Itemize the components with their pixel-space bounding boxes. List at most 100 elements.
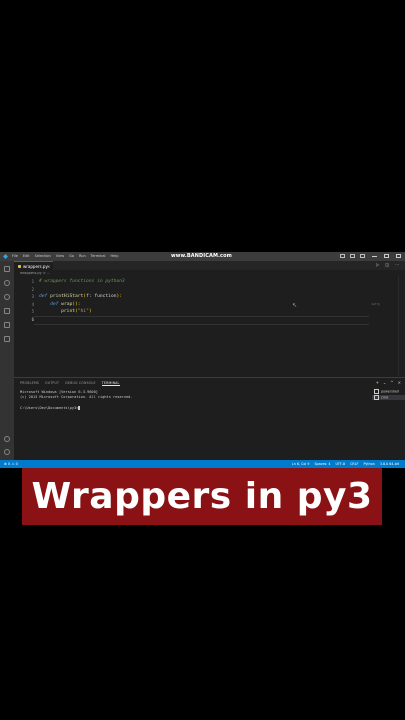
language-status[interactable]: Python: [363, 462, 374, 466]
interpreter-status[interactable]: 3.8.0 64-bit: [380, 462, 399, 466]
extensions-icon[interactable]: [4, 322, 10, 328]
minimap-preview: def f(): [371, 302, 381, 306]
terminal-prompt-line: C:\Users\Dev\Documents\py3>: [20, 405, 133, 411]
parens: ():: [72, 301, 81, 307]
comment: # wrappers functions in python3: [39, 279, 125, 284]
title-bar: File Edit Selection View Go Run Terminal…: [0, 252, 405, 261]
dropdown-icon[interactable]: ⌄: [383, 380, 386, 385]
code-line-4: def wrap():: [39, 301, 125, 309]
function-name: printHiStart: [50, 294, 84, 299]
code-editor[interactable]: 1 2 3 4 5 6 # wrappers functions in pyth…: [14, 276, 405, 372]
line-number: 2: [31, 286, 34, 292]
tab-label: wrappers.py: [23, 263, 48, 269]
bottom-panel: PROBLEMS OUTPUT DEBUG CONSOLE TERMINAL +…: [14, 377, 405, 461]
encoding-status[interactable]: UTF-8: [335, 462, 345, 466]
line-number: 4: [31, 301, 34, 307]
menu-run[interactable]: Run: [79, 254, 86, 258]
vscode-logo-icon: [3, 254, 8, 259]
mouse-cursor-icon: ↖: [292, 302, 298, 309]
string-literal: "hi": [77, 309, 89, 314]
remote-explorer-icon[interactable]: [4, 336, 10, 342]
python-file-icon: [18, 265, 21, 268]
bandicam-watermark: www.BANDICAM.com: [171, 253, 232, 259]
more-actions-icon[interactable]: ⋯: [395, 263, 399, 267]
window-controls: [372, 254, 401, 258]
line-number: 3: [31, 294, 34, 299]
tab-problems[interactable]: PROBLEMS: [20, 381, 39, 386]
maximize-icon[interactable]: [384, 254, 389, 258]
source-control-icon[interactable]: [4, 294, 10, 300]
minimize-icon[interactable]: [372, 254, 377, 257]
indentation-status[interactable]: Spaces: 4: [314, 462, 330, 466]
tab-close-icon[interactable]: ×: [47, 264, 50, 269]
problems-status[interactable]: ⊗ 0 ⚠ 0: [4, 462, 18, 466]
menu-selection[interactable]: Selection: [35, 254, 51, 258]
maximize-panel-icon[interactable]: ^: [390, 380, 393, 385]
menu-terminal[interactable]: Terminal: [91, 254, 106, 258]
status-bar: ⊗ 0 ⚠ 0 Ln 6, Col 9 Spaces: 4 UTF-8 CRLF…: [0, 460, 405, 468]
menu-bar: File Edit Selection View Go Run Terminal…: [12, 254, 118, 258]
line-number: 1: [31, 279, 34, 284]
close-window-icon[interactable]: [396, 254, 401, 258]
new-terminal-icon[interactable]: +: [376, 380, 379, 385]
menu-help[interactable]: Help: [110, 254, 118, 258]
eol-status[interactable]: CRLF: [350, 462, 358, 466]
tab-terminal[interactable]: TERMINAL: [101, 381, 120, 386]
run-file-icon[interactable]: ▷: [376, 263, 379, 267]
activity-bar: [0, 261, 14, 460]
split-editor-icon[interactable]: ◫: [385, 263, 389, 267]
caption-text: Wrappers in py3: [31, 476, 373, 517]
line-number: 5: [31, 309, 34, 314]
paren-close: ): [88, 309, 92, 314]
paren-close: ):: [116, 294, 123, 299]
menu-go[interactable]: Go: [69, 254, 74, 258]
panel-tabs: PROBLEMS OUTPUT DEBUG CONSOLE TERMINAL: [20, 381, 120, 386]
line-number-active: 6: [31, 316, 34, 322]
settings-gear-icon[interactable]: [4, 449, 10, 455]
account-icon[interactable]: [4, 436, 10, 442]
builtin-print: print: [61, 309, 75, 314]
search-icon[interactable]: [4, 280, 10, 286]
terminal-item-label: powershell: [381, 389, 399, 394]
breadcrumb[interactable]: wrappers.py > ...: [20, 271, 50, 275]
line-number-gutter: 1 2 3 4 5 6: [14, 278, 34, 323]
parameter: f: function: [86, 294, 117, 299]
explorer-icon[interactable]: [4, 266, 10, 272]
toggle-panel-icon[interactable]: [350, 254, 355, 258]
terminal-prompt: C:\Users\Dev\Documents\py3>: [20, 405, 79, 410]
editor-scrollbar[interactable]: [398, 276, 405, 376]
code-content[interactable]: # wrappers functions in python3 def prin…: [39, 278, 125, 323]
terminal-cursor: [78, 405, 81, 410]
cursor-position-status[interactable]: Ln 6, Col 9: [292, 462, 310, 466]
tab-output[interactable]: OUTPUT: [45, 381, 59, 386]
toggle-sidebar-icon[interactable]: [340, 254, 345, 258]
menu-file[interactable]: File: [12, 254, 18, 258]
function-name: wrap: [61, 301, 73, 307]
video-caption-banner: Wrappers in py3: [22, 468, 382, 525]
code-line-1: # wrappers functions in python3: [39, 278, 125, 286]
run-debug-icon[interactable]: [4, 308, 10, 314]
menu-view[interactable]: View: [56, 254, 64, 258]
status-right: Ln 6, Col 9 Spaces: 4 UTF-8 CRLF Python …: [292, 462, 399, 466]
tab-debug-console[interactable]: DEBUG CONSOLE: [65, 381, 96, 386]
code-line-3: def printHiStart(f: function):: [39, 293, 125, 301]
customize-layout-icon[interactable]: [360, 254, 365, 258]
keyword-def: def: [39, 294, 48, 299]
tab-wrappers-py[interactable]: wrappers.py ×: [14, 261, 53, 270]
editor-actions: ▷ ◫ ⋯: [376, 263, 399, 267]
code-line-5: print("hi"): [39, 308, 125, 316]
terminal-item-cmd[interactable]: cmd: [372, 394, 405, 400]
menu-edit[interactable]: Edit: [23, 254, 30, 258]
editor-tab-bar: wrappers.py × ▷ ◫ ⋯: [14, 261, 405, 270]
panel-actions: + ⌄ ^ ×: [376, 380, 401, 385]
terminal-line: (c) 2013 Microsoft Corporation. All righ…: [20, 395, 133, 400]
terminal-list: powershell cmd: [372, 389, 405, 400]
terminal-output[interactable]: Microsoft Windows [Version 6.3.9600] (c)…: [20, 390, 133, 411]
terminal-icon: [374, 389, 379, 394]
close-panel-icon[interactable]: ×: [398, 380, 401, 385]
terminal-icon: [374, 394, 379, 400]
